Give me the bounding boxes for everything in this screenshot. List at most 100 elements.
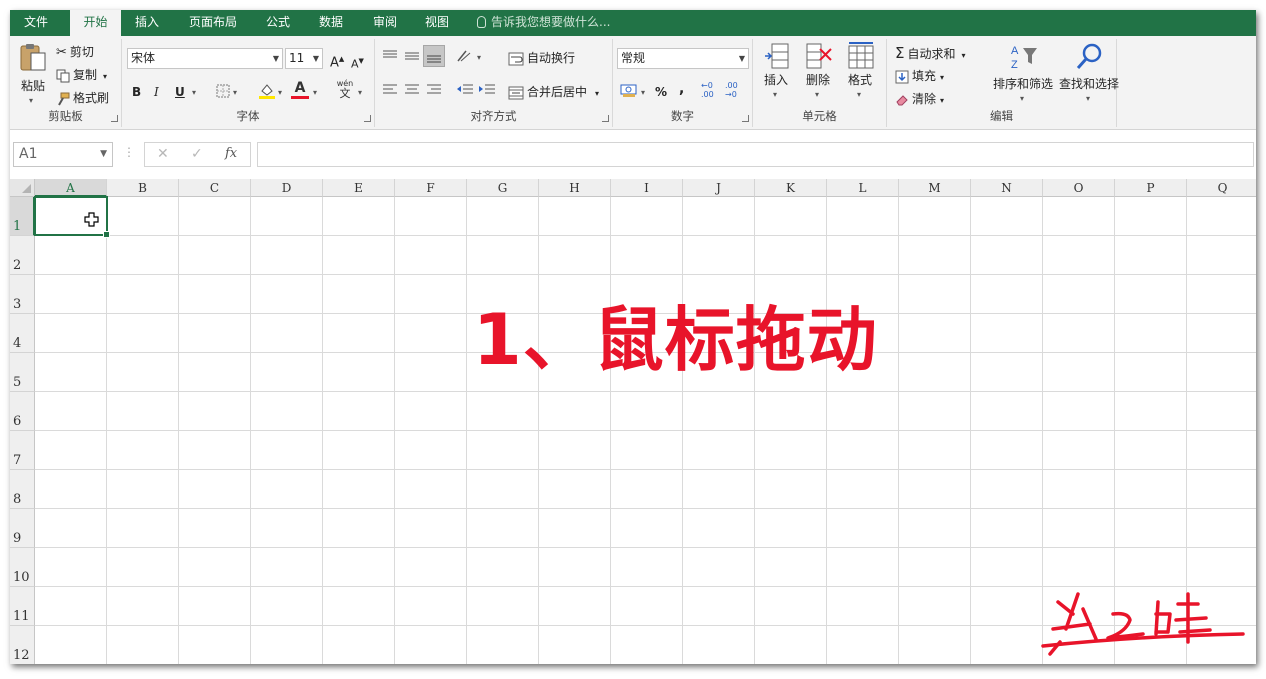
column-header-o[interactable]: O bbox=[1043, 179, 1115, 197]
cut-button[interactable]: ✂ 剪切 bbox=[56, 44, 94, 61]
increase-decimal-icon[interactable]: ←0.00 bbox=[701, 81, 714, 99]
clear-button[interactable]: 清除 ▾ bbox=[895, 91, 944, 109]
clipboard-launcher-icon[interactable] bbox=[111, 115, 118, 122]
column-header-n[interactable]: N bbox=[971, 179, 1043, 197]
tab-data[interactable]: 数据 bbox=[308, 10, 354, 36]
currency-icon[interactable] bbox=[620, 82, 638, 98]
decrease-indent-icon[interactable] bbox=[456, 83, 474, 97]
column-header-m[interactable]: M bbox=[899, 179, 971, 197]
merge-center-button[interactable]: 合并后居中 ▾ bbox=[508, 84, 599, 102]
delete-cells-icon bbox=[806, 43, 832, 69]
ribbon-home: 粘贴 ▾ ✂ 剪切 复制 ▾ 格式刷 剪贴板 宋体 ▼ 11 ▼ A▲ A▼ B… bbox=[10, 36, 1256, 130]
formula-bar-splitter[interactable]: ⋮ bbox=[123, 145, 135, 159]
insert-cells-button[interactable]: 插入 ▾ bbox=[757, 42, 795, 114]
align-right-icon[interactable] bbox=[426, 83, 442, 97]
tab-formulas[interactable]: 公式 bbox=[255, 10, 301, 36]
tab-view[interactable]: 视图 bbox=[414, 10, 460, 36]
comma-button[interactable]: , bbox=[679, 81, 684, 97]
tab-home[interactable]: 开始 bbox=[70, 10, 121, 36]
enter-icon[interactable]: ✓ bbox=[191, 146, 203, 162]
column-header-j[interactable]: J bbox=[683, 179, 755, 197]
orientation-dropdown-icon[interactable]: ▾ bbox=[477, 53, 481, 62]
column-header-b[interactable]: B bbox=[107, 179, 179, 197]
currency-dropdown-icon[interactable]: ▾ bbox=[641, 88, 645, 97]
row-header-12[interactable]: 12 bbox=[10, 626, 35, 664]
font-launcher-icon[interactable] bbox=[364, 115, 371, 122]
column-header-a[interactable]: A bbox=[35, 179, 107, 197]
column-header-k[interactable]: K bbox=[755, 179, 827, 197]
row-header-10[interactable]: 10 bbox=[10, 548, 35, 587]
phonetic-guide-button[interactable]: wén 文 bbox=[335, 79, 355, 99]
column-header-f[interactable]: F bbox=[395, 179, 467, 197]
borders-dropdown-icon[interactable]: ▾ bbox=[233, 88, 237, 97]
formula-input[interactable] bbox=[257, 142, 1254, 167]
column-header-c[interactable]: C bbox=[179, 179, 251, 197]
name-box[interactable]: A1 ▼ bbox=[13, 142, 113, 167]
copy-button[interactable]: 复制 ▾ bbox=[56, 67, 107, 85]
tell-me-search[interactable]: 告诉我您想要做什么... bbox=[477, 10, 610, 36]
align-middle-icon[interactable] bbox=[404, 49, 420, 63]
column-header-g[interactable]: G bbox=[467, 179, 539, 197]
row-header-2[interactable]: 2 bbox=[10, 236, 35, 275]
tab-review[interactable]: 审阅 bbox=[362, 10, 408, 36]
align-center-icon[interactable] bbox=[404, 83, 420, 97]
row-header-4[interactable]: 4 bbox=[10, 314, 35, 353]
cancel-icon[interactable]: ✕ bbox=[157, 146, 169, 162]
percent-button[interactable]: % bbox=[655, 84, 667, 100]
tell-me-text: 告诉我您想要做什么... bbox=[491, 15, 611, 29]
column-header-d[interactable]: D bbox=[251, 179, 323, 197]
wrap-text-button[interactable]: 自动换行 bbox=[508, 50, 575, 66]
find-select-button[interactable]: 查找和选择 ▾ bbox=[1057, 42, 1121, 114]
column-header-q[interactable]: Q bbox=[1187, 179, 1256, 197]
format-cells-button[interactable]: 格式 ▾ bbox=[841, 42, 879, 114]
alignment-launcher-icon[interactable] bbox=[602, 115, 609, 122]
column-header-p[interactable]: P bbox=[1115, 179, 1187, 197]
row-header-9[interactable]: 9 bbox=[10, 509, 35, 548]
number-format-select[interactable]: 常规 ▼ bbox=[617, 48, 749, 69]
align-bottom-button[interactable] bbox=[423, 45, 445, 67]
italic-button[interactable]: I bbox=[154, 84, 159, 100]
row-header-8[interactable]: 8 bbox=[10, 470, 35, 509]
row-header-11[interactable]: 11 bbox=[10, 587, 35, 626]
phonetic-dropdown-icon[interactable]: ▾ bbox=[358, 88, 362, 97]
select-all-button[interactable] bbox=[10, 179, 35, 197]
font-color-dropdown-icon[interactable]: ▾ bbox=[313, 88, 317, 97]
paste-button[interactable]: 粘贴 ▾ bbox=[15, 42, 51, 106]
align-left-icon[interactable] bbox=[382, 83, 398, 97]
row-header-6[interactable]: 6 bbox=[10, 392, 35, 431]
tab-page-layout[interactable]: 页面布局 bbox=[180, 10, 246, 36]
increase-indent-icon[interactable] bbox=[478, 83, 496, 97]
row-header-1[interactable]: 1 bbox=[10, 197, 35, 236]
row-header-3[interactable]: 3 bbox=[10, 275, 35, 314]
borders-icon[interactable] bbox=[216, 84, 230, 98]
underline-button[interactable]: U bbox=[175, 84, 185, 100]
align-top-icon[interactable] bbox=[382, 49, 398, 63]
bold-button[interactable]: B bbox=[132, 84, 141, 100]
fill-button[interactable]: 填充 ▾ bbox=[895, 68, 944, 86]
tab-insert[interactable]: 插入 bbox=[125, 10, 169, 36]
grow-font-button[interactable]: A▲ bbox=[330, 51, 344, 71]
row-header-7[interactable]: 7 bbox=[10, 431, 35, 470]
font-name-select[interactable]: 宋体 ▼ bbox=[127, 48, 283, 69]
shrink-font-button[interactable]: A▼ bbox=[351, 53, 364, 73]
row-header-5[interactable]: 5 bbox=[10, 353, 35, 392]
insert-function-button[interactable]: fx bbox=[225, 146, 237, 161]
fill-color-dropdown-icon[interactable]: ▾ bbox=[278, 88, 282, 97]
tab-file[interactable]: 文件 bbox=[10, 10, 62, 36]
format-painter-button[interactable]: 格式刷 bbox=[56, 90, 109, 106]
decrease-decimal-icon[interactable]: .00 →0 bbox=[725, 81, 738, 99]
column-header-i[interactable]: I bbox=[611, 179, 683, 197]
column-header-l[interactable]: L bbox=[827, 179, 899, 197]
number-launcher-icon[interactable] bbox=[742, 115, 749, 122]
chevron-down-icon: ▼ bbox=[100, 149, 107, 159]
autosum-button[interactable]: Σ 自动求和 ▾ bbox=[895, 45, 966, 64]
sort-filter-button[interactable]: AZ 排序和筛选 ▾ bbox=[991, 42, 1055, 114]
underline-dropdown-icon[interactable]: ▾ bbox=[192, 88, 196, 97]
fill-color-icon[interactable] bbox=[258, 82, 276, 100]
column-header-e[interactable]: E bbox=[323, 179, 395, 197]
orientation-icon[interactable] bbox=[456, 49, 474, 63]
font-size-select[interactable]: 11 ▼ bbox=[285, 48, 323, 69]
delete-cells-button[interactable]: 删除 ▾ bbox=[799, 42, 837, 114]
column-header-h[interactable]: H bbox=[539, 179, 611, 197]
font-color-button[interactable]: A bbox=[291, 81, 309, 99]
